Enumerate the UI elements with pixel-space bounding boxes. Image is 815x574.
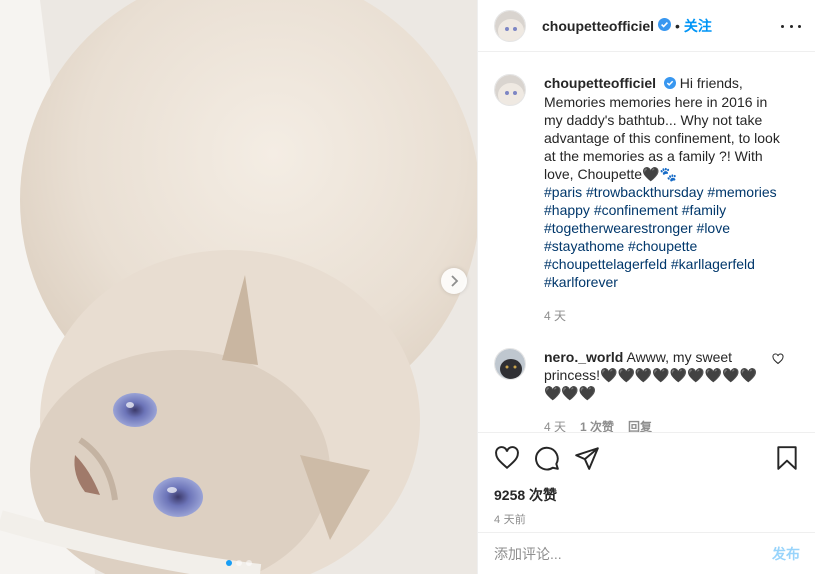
post-header: choupetteofficiel • 关注 bbox=[478, 0, 815, 52]
carousel-dot-3 bbox=[245, 560, 252, 566]
caption-username[interactable]: choupetteofficiel bbox=[544, 75, 656, 91]
comment-likes[interactable]: 1 次赞 bbox=[580, 418, 614, 432]
avatar[interactable] bbox=[494, 74, 526, 106]
comment-text: nero._world Awww, my sweet princess!🖤🖤🖤🖤… bbox=[544, 348, 774, 402]
share-icon[interactable] bbox=[574, 445, 600, 471]
follow-button[interactable]: 关注 bbox=[684, 16, 712, 36]
caption: choupetteofficiel Hi friends, Memories m… bbox=[478, 74, 815, 324]
verified-badge-icon bbox=[663, 75, 676, 93]
avatar[interactable] bbox=[494, 348, 526, 381]
comment-composer: 发布 bbox=[478, 532, 815, 574]
post-comment-button[interactable]: 发布 bbox=[772, 544, 800, 564]
post-timestamp[interactable]: 4 天前 bbox=[494, 511, 800, 527]
separator: • bbox=[675, 17, 680, 34]
caption-text: choupetteofficiel Hi friends, Memories m… bbox=[544, 74, 789, 291]
more-options-icon[interactable] bbox=[781, 17, 801, 35]
heart-icon[interactable] bbox=[494, 445, 520, 471]
caption-meta: 4 天 bbox=[544, 307, 789, 324]
comment-meta: 4 天 1 次赞 回复 bbox=[544, 418, 774, 432]
caption-age[interactable]: 4 天 bbox=[544, 307, 566, 324]
avatar[interactable] bbox=[494, 9, 526, 42]
comments-list[interactable]: choupetteofficiel Hi friends, Memories m… bbox=[478, 52, 815, 432]
carousel-dot-2 bbox=[235, 560, 242, 566]
comment-item: nero._world Awww, my sweet princess!🖤🖤🖤🖤… bbox=[478, 348, 815, 432]
chevron-right-icon bbox=[451, 275, 459, 287]
carousel-dot-1 bbox=[225, 560, 232, 566]
post-media[interactable] bbox=[0, 0, 477, 574]
verified-badge-icon bbox=[658, 17, 672, 34]
comment-icon[interactable] bbox=[534, 445, 560, 471]
comment-input[interactable] bbox=[494, 545, 772, 562]
post-sidebar: choupetteofficiel • 关注 choupetteofficiel… bbox=[477, 0, 815, 574]
reply-button[interactable]: 回复 bbox=[628, 418, 652, 432]
cat-photo bbox=[0, 0, 477, 574]
likes-count[interactable]: 9258 次赞 bbox=[494, 485, 800, 505]
comment-username[interactable]: nero._world bbox=[544, 349, 623, 365]
carousel-indicator bbox=[0, 560, 477, 566]
post-actions: 9258 次赞 4 天前 bbox=[478, 432, 815, 527]
account-username[interactable]: choupetteofficiel bbox=[542, 18, 654, 34]
caption-body: Hi friends, Memories memories here in 20… bbox=[544, 75, 780, 183]
comment-age[interactable]: 4 天 bbox=[544, 418, 566, 432]
bookmark-icon[interactable] bbox=[774, 445, 800, 471]
comment-like-heart-icon[interactable] bbox=[772, 352, 784, 368]
next-slide-button[interactable] bbox=[441, 268, 467, 294]
caption-hashtags[interactable]: #paris #trowbackthursday #memories #happ… bbox=[544, 183, 789, 291]
